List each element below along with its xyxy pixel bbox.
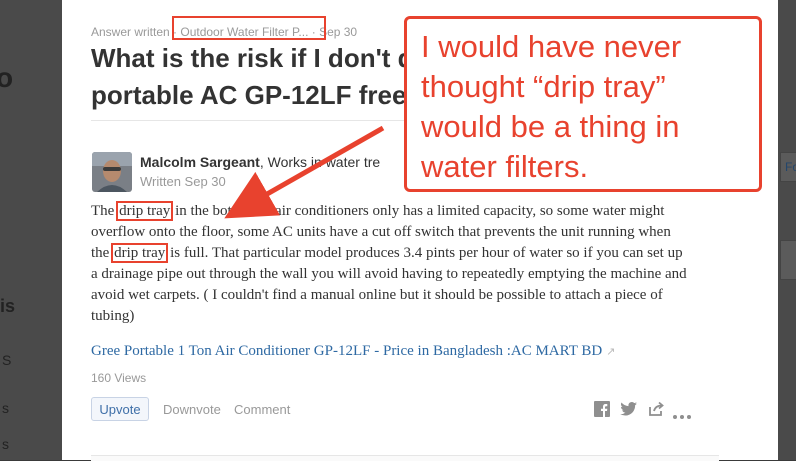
avatar[interactable] (92, 152, 132, 192)
external-link-icon: ↗ (606, 346, 616, 358)
background-follow-tab: Fo (780, 152, 796, 182)
author-credential: , Works in water tre (259, 154, 381, 170)
callout-text: I would have never thought “drip tray” w… (421, 29, 682, 184)
background-page-left: o is S s s (0, 0, 62, 460)
view-count: 160 Views (91, 371, 147, 385)
drip-tray-highlight: drip tray (111, 243, 169, 263)
background-letter: S (2, 352, 12, 368)
meta-prefix: Answer written · (91, 25, 181, 39)
background-page-right: Fo (778, 0, 796, 460)
comment-button[interactable]: Comment (234, 402, 290, 417)
written-date[interactable]: Written Sep 30 (140, 174, 226, 189)
upvote-button[interactable]: Upvote (91, 397, 149, 421)
answer-text: The (91, 203, 119, 219)
answer-body: The drip tray in the bottom of air condi… (91, 201, 691, 327)
author-line: Malcolm Sargeant, Works in water tre (140, 154, 380, 170)
share-icon[interactable] (648, 401, 664, 422)
topic-highlight-box (172, 16, 326, 40)
background-letter: s (2, 400, 9, 416)
link-text[interactable]: Gree Portable 1 Ton Air Conditioner GP-1… (91, 343, 602, 359)
more-icon[interactable] (672, 407, 692, 425)
facebook-icon[interactable] (594, 401, 610, 422)
background-letter: s (2, 436, 9, 452)
answer-text: is full. That particular model produces … (91, 245, 687, 324)
background-tab (780, 240, 796, 280)
drip-tray-highlight: drip tray (116, 201, 174, 221)
background-letter: is (0, 296, 16, 316)
avatar-photo (92, 152, 132, 192)
next-answer-box (91, 455, 719, 461)
external-link[interactable]: Gree Portable 1 Ton Air Conditioner GP-1… (91, 343, 615, 360)
background-letter: o (0, 62, 14, 93)
downvote-button[interactable]: Downvote (163, 402, 221, 417)
author-name[interactable]: Malcolm Sargeant (140, 154, 260, 170)
twitter-icon[interactable] (620, 401, 638, 422)
annotation-callout: I would have never thought “drip tray” w… (404, 16, 762, 192)
